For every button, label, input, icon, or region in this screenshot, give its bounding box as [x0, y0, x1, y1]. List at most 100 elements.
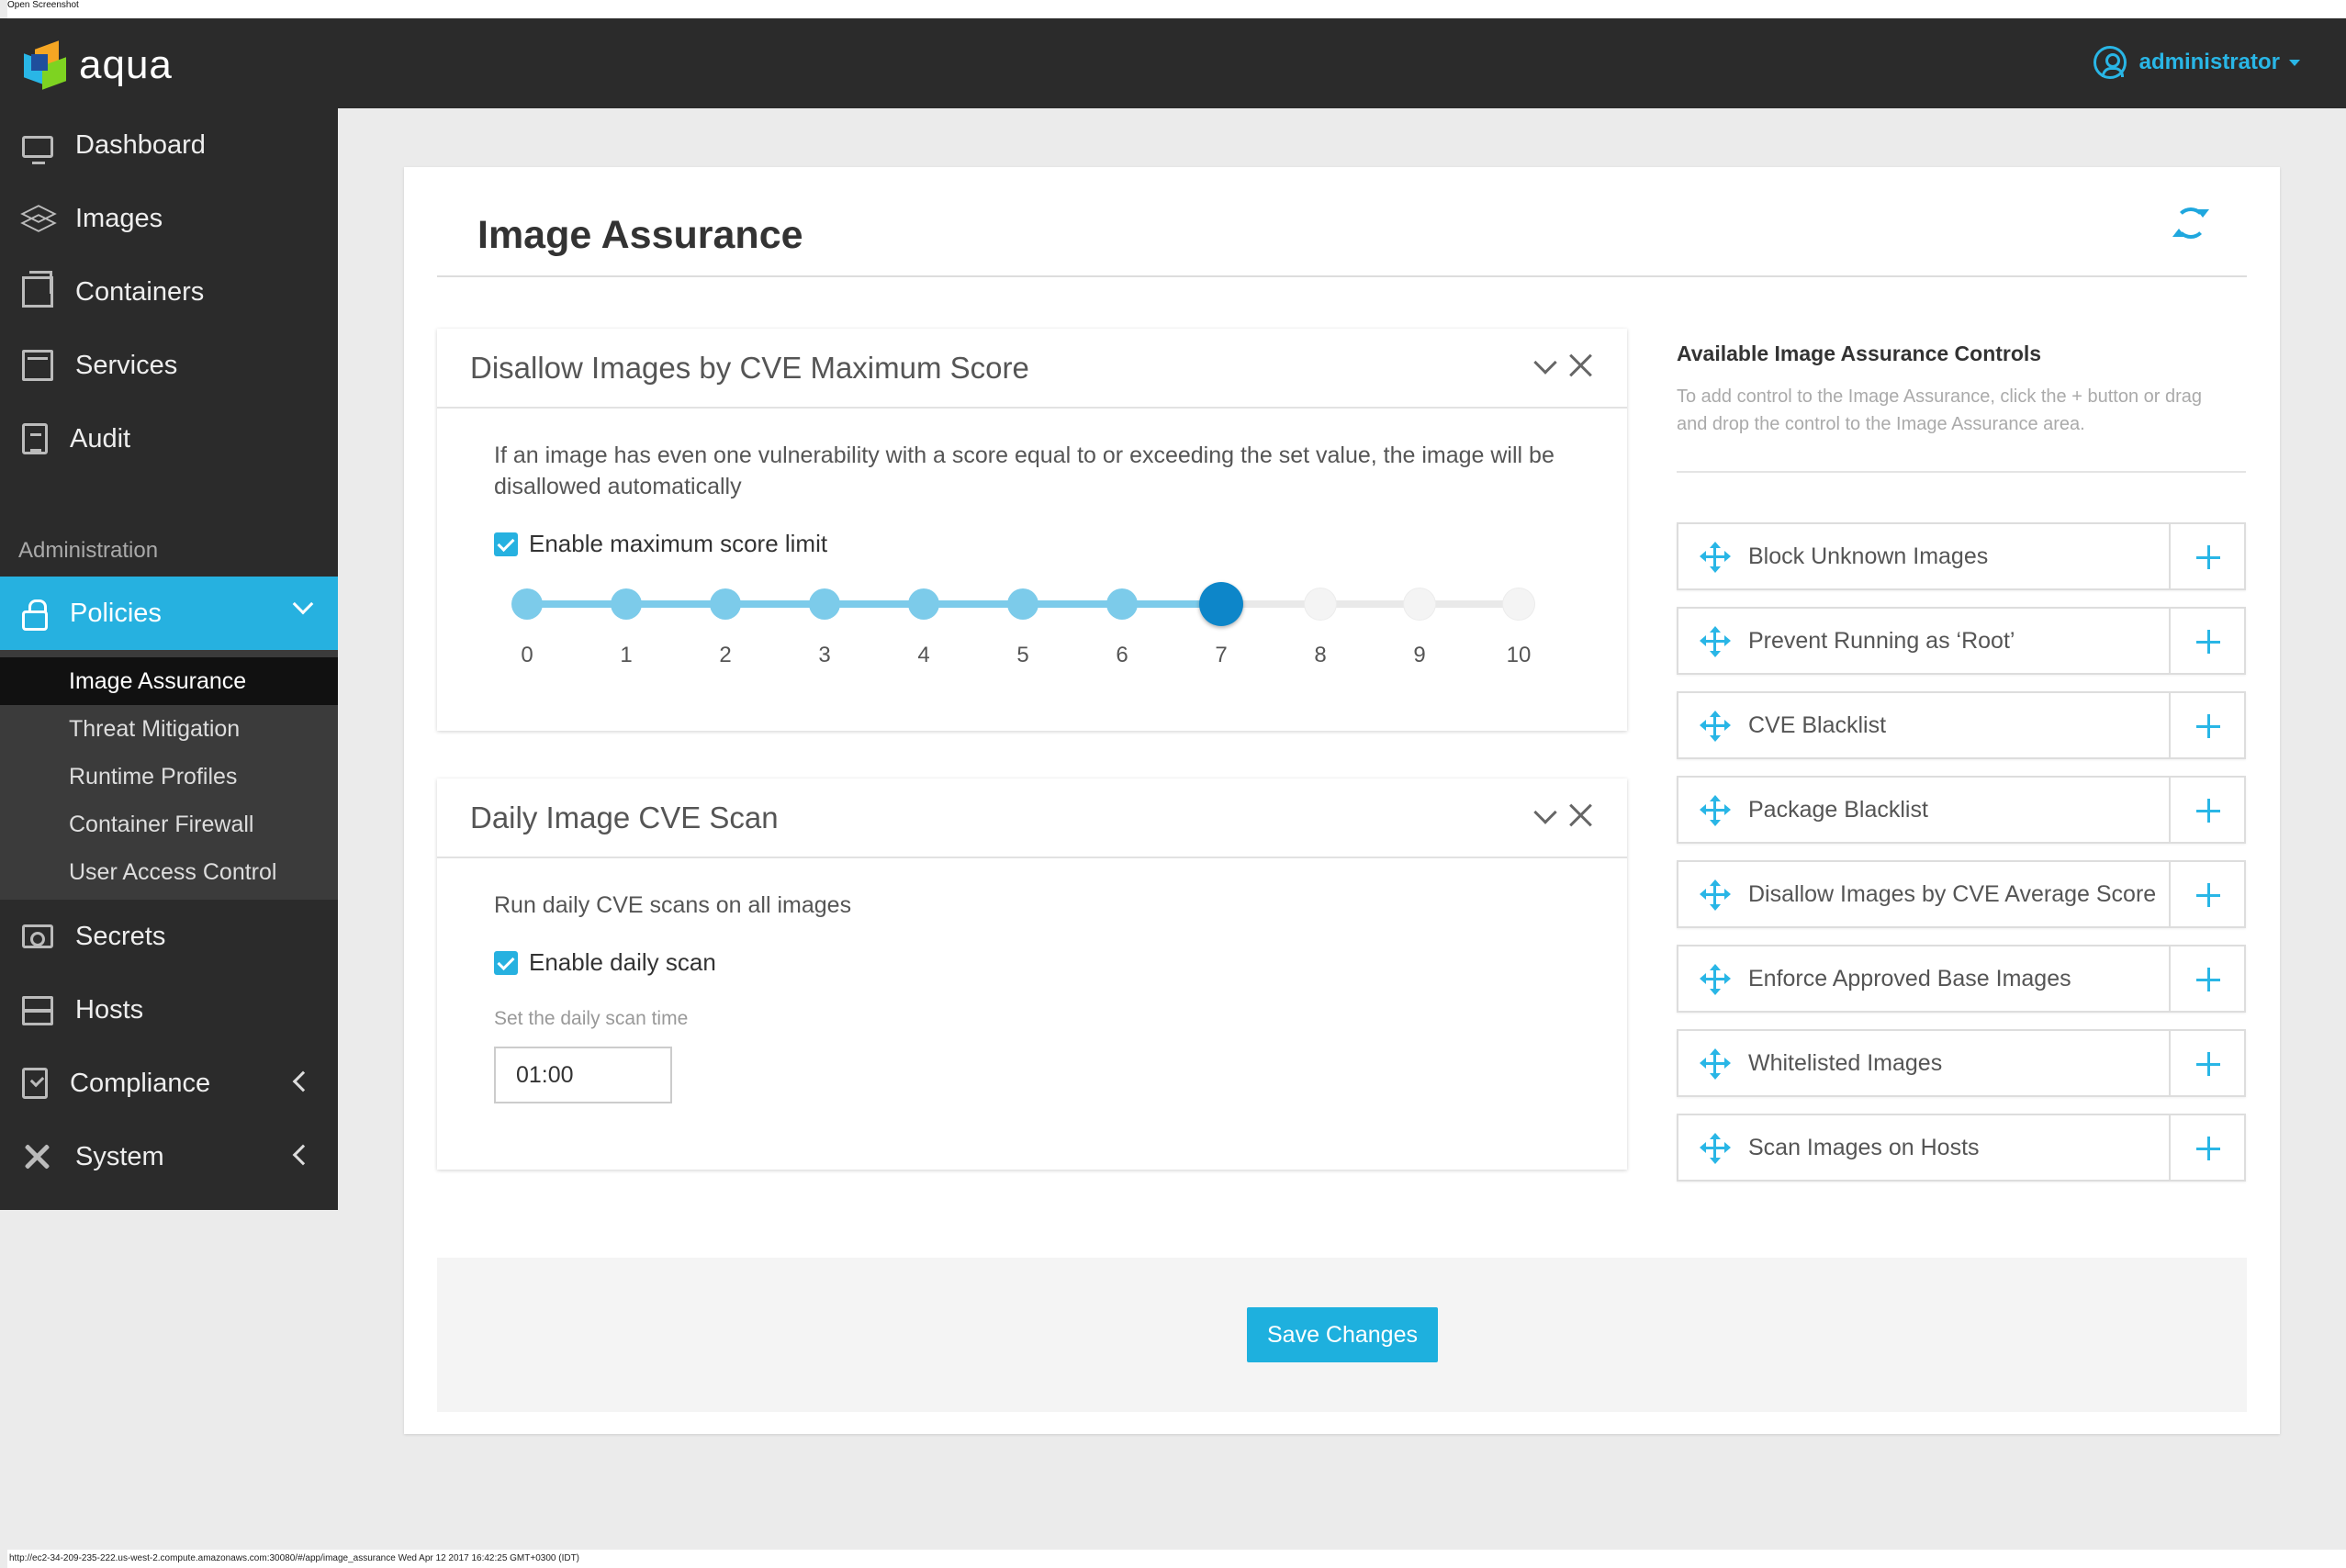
app-logo[interactable]: aqua	[22, 40, 173, 90]
slider-step[interactable]	[611, 588, 642, 620]
move-icon[interactable]	[1678, 693, 1748, 757]
slider-step[interactable]	[1503, 588, 1534, 620]
divider	[1677, 471, 2246, 473]
add-control-plus-icon[interactable]	[2169, 524, 2244, 588]
cve-score-slider[interactable]: 0 1 2 3 4 5 6 7 8 9 10	[494, 582, 1570, 694]
panel-header: Daily Image CVE Scan	[437, 778, 1627, 858]
user-circle-icon	[2093, 46, 2127, 79]
image-assurance-card: Image Assurance Disallow Images by CVE M…	[404, 167, 2280, 1434]
enable-daily-scan-checkbox[interactable]	[494, 950, 518, 975]
control-label: Disallow Images by CVE Average Score	[1748, 880, 2157, 907]
add-control-plus-icon[interactable]	[2169, 946, 2244, 1011]
slider-handle[interactable]	[1199, 582, 1243, 626]
sidebar-subitem-user-access-control[interactable]: User Access Control	[0, 848, 338, 896]
control-item[interactable]: Scan Images on Hosts	[1677, 1114, 2246, 1182]
sidebar-subitem-image-assurance[interactable]: Image Assurance	[0, 657, 338, 705]
page-title: Image Assurance	[477, 213, 803, 257]
move-icon[interactable]	[1678, 778, 1748, 842]
slider-tick-label: 7	[1215, 643, 1228, 667]
slider-step[interactable]	[908, 588, 939, 620]
slider-tick-label: 4	[917, 643, 930, 667]
top-bar: aqua administrator	[0, 18, 2346, 108]
save-changes-button[interactable]: Save Changes	[1247, 1307, 1438, 1362]
chevron-left-icon	[292, 1144, 314, 1166]
control-item[interactable]: Prevent Running as ‘Root’	[1677, 607, 2246, 675]
collapse-chevron-icon[interactable]	[1533, 801, 1557, 824]
monitor-icon	[22, 136, 53, 164]
controls-list: Block Unknown Images Prevent Running as ‘…	[1677, 522, 2246, 1182]
sidebar-item-secrets[interactable]: Secrets	[0, 900, 338, 973]
add-control-plus-icon[interactable]	[2169, 778, 2244, 842]
aqua-logo-icon	[22, 40, 66, 90]
move-icon[interactable]	[1678, 1031, 1748, 1095]
sidebar-item-label: Compliance	[70, 1068, 211, 1098]
control-label: Whitelisted Images	[1748, 1049, 1943, 1076]
add-control-plus-icon[interactable]	[2169, 609, 2244, 673]
add-control-plus-icon[interactable]	[2169, 693, 2244, 757]
sidebar-item-policies[interactable]: Policies	[0, 577, 338, 650]
add-control-plus-icon[interactable]	[2169, 862, 2244, 926]
control-item[interactable]: Block Unknown Images	[1677, 522, 2246, 590]
sidebar-item-compliance[interactable]: Compliance	[0, 1047, 338, 1120]
slider-step[interactable]	[710, 588, 741, 620]
sidebar-item-label: Policies	[70, 598, 162, 628]
collapse-chevron-icon[interactable]	[1533, 351, 1557, 375]
close-icon[interactable]	[1568, 353, 1594, 378]
control-label: Scan Images on Hosts	[1748, 1134, 1980, 1160]
enable-max-score-checkbox[interactable]	[494, 532, 518, 556]
move-icon[interactable]	[1678, 524, 1748, 588]
slider-tick-label: 3	[818, 643, 831, 667]
sidebar-subitem-container-firewall[interactable]: Container Firewall	[0, 801, 338, 848]
sidebar-item-audit[interactable]: Audit	[0, 402, 338, 476]
slider-tick-label: 8	[1314, 643, 1327, 667]
control-item[interactable]: Package Blacklist	[1677, 776, 2246, 844]
close-icon[interactable]	[1568, 802, 1594, 828]
slider-step[interactable]	[511, 588, 543, 620]
save-bar: Save Changes	[437, 1258, 2247, 1412]
slider-tick-label: 10	[1506, 643, 1532, 667]
user-menu[interactable]: administrator	[2093, 46, 2300, 79]
sidebar-item-dashboard[interactable]: Dashboard	[0, 108, 338, 182]
control-item[interactable]: Enforce Approved Base Images	[1677, 945, 2246, 1013]
clipboard-icon	[22, 423, 48, 454]
panel-header: Disallow Images by CVE Maximum Score	[437, 329, 1627, 409]
available-controls: Available Image Assurance Controls To ad…	[1677, 342, 2246, 1198]
slider-step[interactable]	[1007, 588, 1038, 620]
available-controls-title: Available Image Assurance Controls	[1677, 342, 2042, 365]
sidebar-item-containers[interactable]: Containers	[0, 255, 338, 329]
sidebar: Dashboard Images Containers Services Aud…	[0, 108, 338, 1210]
sidebar-subitem-threat-mitigation[interactable]: Threat Mitigation	[0, 705, 338, 753]
scan-time-input[interactable]	[494, 1047, 672, 1103]
sidebar-item-images[interactable]: Images	[0, 182, 338, 255]
slider-step[interactable]	[1106, 588, 1138, 620]
slider-step[interactable]	[809, 588, 840, 620]
sidebar-item-system[interactable]: System	[0, 1120, 338, 1193]
sidebar-item-label: Secrets	[75, 921, 166, 951]
move-icon[interactable]	[1678, 946, 1748, 1011]
lock-icon	[22, 599, 48, 631]
slider-step[interactable]	[1404, 588, 1435, 620]
control-item[interactable]: CVE Blacklist	[1677, 691, 2246, 759]
slider-step[interactable]	[1305, 588, 1336, 620]
sidebar-section-administration: Administration	[18, 538, 159, 563]
daily-cve-scan-panel: Daily Image CVE Scan Run daily CVE scans…	[437, 778, 1627, 1170]
refresh-icon[interactable]	[2172, 207, 2206, 239]
move-icon[interactable]	[1678, 1115, 1748, 1180]
sidebar-item-hosts[interactable]: Hosts	[0, 973, 338, 1047]
scan-time-label: Set the daily scan time	[494, 1008, 689, 1029]
move-icon[interactable]	[1678, 862, 1748, 926]
add-control-plus-icon[interactable]	[2169, 1115, 2244, 1180]
title-divider	[437, 275, 2247, 277]
add-control-plus-icon[interactable]	[2169, 1031, 2244, 1095]
control-item[interactable]: Whitelisted Images	[1677, 1029, 2246, 1097]
control-item[interactable]: Disallow Images by CVE Average Score	[1677, 860, 2246, 928]
control-label: Enforce Approved Base Images	[1748, 965, 2071, 991]
sidebar-item-services[interactable]: Services	[0, 329, 338, 402]
footer-url: http://ec2-34-209-235-222.us-west-2.comp…	[7, 1550, 2346, 1568]
move-icon[interactable]	[1678, 609, 1748, 673]
enable-daily-scan-row: Enable daily scan	[494, 948, 1570, 977]
sidebar-item-label: System	[75, 1141, 164, 1171]
sidebar-item-label: Audit	[70, 423, 131, 454]
sidebar-subitem-runtime-profiles[interactable]: Runtime Profiles	[0, 753, 338, 801]
panel-title: Daily Image CVE Scan	[470, 800, 779, 834]
